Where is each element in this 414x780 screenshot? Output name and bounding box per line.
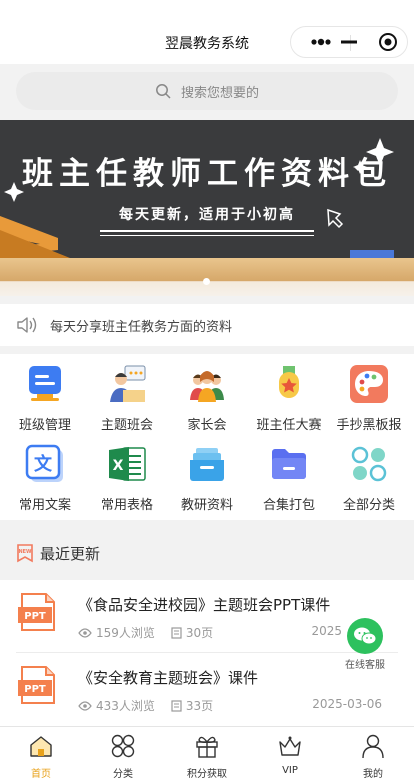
item-title: 《安全教育主题班会》课件 — [78, 669, 259, 687]
excel-icon: X — [109, 447, 146, 481]
section-title: 最近更新 — [40, 544, 101, 563]
support-label: 在线客服 — [345, 660, 385, 671]
tab-label: 我的 — [363, 769, 383, 780]
category-parents-meeting[interactable]: 家长会 — [166, 364, 248, 433]
category-label: 常用表格 — [100, 498, 153, 513]
contest-medal-icon — [279, 366, 299, 398]
speaker-icon — [17, 317, 37, 333]
banner-underline-thin — [100, 235, 314, 236]
online-support-button[interactable]: 在线客服 — [342, 618, 388, 671]
eye-icon — [78, 700, 92, 711]
support-circle — [347, 618, 383, 654]
banner-title: 班主任教师工作资料包 — [22, 156, 392, 192]
ppt-file-icon: PPT — [18, 593, 55, 631]
category-label: 全部分类 — [342, 498, 395, 513]
category-label: 手抄黑板报 — [336, 418, 402, 433]
category-label: 班主任大赛 — [256, 418, 322, 433]
class-management-icon — [29, 366, 61, 401]
item-date: 2025 — [311, 624, 342, 638]
item-title: 《食品安全进校园》主题班会PPT课件 — [78, 596, 331, 614]
minimize-icon — [341, 40, 357, 44]
category-collection[interactable]: 合集打包 — [248, 444, 330, 513]
tab-label: 积分获取 — [187, 769, 227, 780]
category-label: 常用文案 — [18, 498, 71, 513]
svg-text:X: X — [113, 458, 124, 474]
category-grid-icon — [111, 734, 135, 758]
tab-points[interactable]: 积分获取 — [166, 733, 248, 780]
category-grid: 班级管理 主题班会 家长会 班主任大赛 手抄黑板报 文 常用文案 X 常用表格 … — [0, 354, 414, 520]
tab-home[interactable]: 首页 — [0, 733, 82, 780]
category-label: 教研资料 — [180, 498, 233, 513]
item-date: 2025-03-06 — [312, 697, 382, 711]
svg-text:文: 文 — [34, 453, 53, 475]
category-all[interactable]: 全部分类 — [328, 444, 410, 513]
search-input[interactable]: 搜索您想要的 — [16, 72, 398, 110]
title-bar: 翌晨教务系统 — [0, 0, 414, 64]
new-badge-icon: NEW — [17, 544, 33, 563]
page-count-icon — [171, 626, 182, 639]
minimize-button[interactable] — [329, 27, 369, 57]
category-label: 主题班会 — [100, 418, 153, 433]
crown-icon — [279, 736, 301, 756]
category-research[interactable]: 教研资料 — [166, 444, 248, 513]
category-class-management[interactable]: 班级管理 — [4, 364, 86, 433]
category-contest[interactable]: 班主任大赛 — [248, 364, 330, 433]
category-class-meeting[interactable]: 主题班会 — [86, 364, 168, 433]
category-blackboard[interactable]: 手抄黑板报 — [328, 364, 410, 433]
tab-label: VIP — [282, 765, 298, 776]
notice-bar[interactable]: 每天分享班主任教务方面的资料 — [0, 304, 414, 346]
item-meta: 159人浏览 30页 — [78, 624, 213, 641]
user-icon — [362, 734, 384, 759]
category-label: 班级管理 — [18, 418, 71, 433]
svg-text:NEW: NEW — [18, 549, 32, 555]
folder-icon — [272, 449, 306, 479]
category-label: 合集打包 — [262, 498, 315, 513]
ppt-file-icon: PPT — [18, 666, 55, 704]
carousel-indicator[interactable] — [203, 278, 210, 285]
tab-label: 分类 — [113, 769, 133, 780]
page-count-icon — [171, 699, 182, 712]
document-text-icon: 文 — [25, 444, 63, 482]
svg-text:PPT: PPT — [24, 684, 46, 695]
notice-text: 每天分享班主任教务方面的资料 — [50, 319, 233, 335]
tab-category[interactable]: 分类 — [82, 733, 164, 780]
view-count: 433人浏览 — [96, 699, 155, 713]
target-close-icon — [379, 33, 397, 51]
parents-meeting-icon — [190, 371, 224, 402]
home-icon — [30, 736, 52, 757]
tab-mine[interactable]: 我的 — [332, 733, 414, 780]
bottom-tab-bar: 首页 分类 积分获取 VIP 我的 — [0, 726, 414, 780]
category-copywriting[interactable]: 文 常用文案 — [4, 444, 86, 513]
item-meta: 433人浏览 33页 — [78, 697, 213, 714]
search-icon — [156, 84, 171, 99]
search-placeholder: 搜索您想要的 — [180, 85, 259, 101]
search-area: 搜索您想要的 — [0, 64, 414, 120]
class-meeting-icon — [110, 365, 146, 402]
page-count: 33页 — [185, 699, 214, 713]
tab-label: 首页 — [31, 769, 51, 780]
category-label: 家长会 — [187, 418, 227, 433]
page-count: 30页 — [185, 626, 214, 640]
svg-text:PPT: PPT — [24, 611, 46, 622]
eye-icon — [78, 627, 92, 638]
recent-section-header: NEW 最近更新 — [0, 530, 414, 576]
wechat-icon — [354, 627, 377, 645]
chalkboard-ledge — [0, 258, 414, 296]
all-categories-icon — [351, 446, 387, 482]
palette-icon — [350, 365, 388, 403]
view-count: 159人浏览 — [96, 626, 155, 640]
category-spreadsheet[interactable]: X 常用表格 — [86, 444, 168, 513]
gift-icon — [196, 736, 218, 758]
inbox-tray-icon — [190, 448, 224, 481]
miniprogram-capsule — [290, 26, 408, 58]
promo-banner[interactable]: 班主任教师工作资料包 每天更新，适用于小初高 — [0, 120, 414, 296]
banner-subtitle: 每天更新，适用于小初高 — [119, 207, 295, 223]
banner-underline — [100, 230, 314, 232]
tab-vip[interactable]: VIP — [249, 733, 331, 776]
close-button[interactable] — [369, 27, 407, 57]
